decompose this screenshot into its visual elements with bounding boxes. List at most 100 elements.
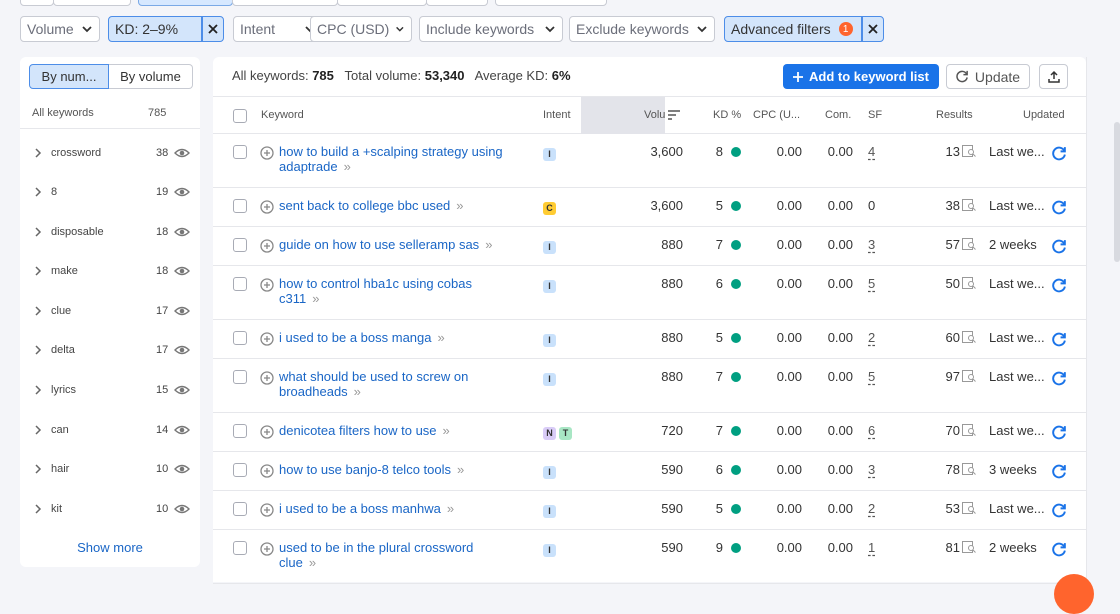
keyword-link[interactable]: how to control hba1c using cobas c311 » [279,276,535,306]
refresh-icon[interactable] [1052,464,1067,479]
select-all-checkbox[interactable] [233,109,247,123]
page-scrollbar[interactable] [1114,122,1120,262]
keyword-link[interactable]: i used to be a boss manhwa » [279,501,535,516]
chevron-right-icon[interactable] [34,463,42,475]
results-cell[interactable]: 13 [913,144,976,159]
top-tab[interactable] [337,0,427,6]
eye-icon[interactable] [174,305,190,317]
refresh-icon[interactable] [1052,332,1067,347]
add-keyword-icon[interactable] [260,146,274,160]
keyword-link[interactable]: used to be in the plural crossword clue » [279,540,535,570]
keyword-details-icon[interactable]: » [344,159,351,174]
add-keyword-icon[interactable] [260,542,274,556]
chevron-right-icon[interactable] [34,147,42,159]
top-tab[interactable] [232,0,338,6]
group-item[interactable]: clue 17 [20,305,200,345]
keyword-link[interactable]: denicotea filters how to use » [279,423,535,438]
add-keyword-icon[interactable] [260,239,274,253]
keyword-link[interactable]: what should be used to screw on broadhead… [279,369,535,399]
chevron-right-icon[interactable] [34,226,42,238]
top-tab[interactable] [20,0,54,6]
results-cell[interactable]: 78 [913,462,976,477]
col-cpc[interactable]: CPC (U... [753,109,800,121]
kd-filter-clear-button[interactable] [202,16,224,42]
row-checkbox[interactable] [233,145,247,159]
chevron-right-icon[interactable] [34,344,42,356]
keyword-link[interactable]: how to build a +scalping strategy using a… [279,144,535,174]
chevron-right-icon[interactable] [34,186,42,198]
group-item[interactable]: can 14 [20,424,200,464]
eye-icon[interactable] [174,384,190,396]
results-cell[interactable]: 57 [913,237,976,252]
sf-value[interactable]: 4 [868,144,875,159]
sf-value[interactable]: 5 [868,369,875,384]
top-tab[interactable] [495,0,607,6]
sf-value[interactable]: 1 [868,540,875,555]
sf-value[interactable]: 0 [868,198,875,213]
results-cell[interactable]: 81 [913,540,976,555]
col-updated[interactable]: Updated [1023,109,1065,121]
row-checkbox[interactable] [233,277,247,291]
group-item[interactable]: lyrics 15 [20,384,200,424]
col-keyword[interactable]: Keyword [261,109,304,121]
keyword-link[interactable]: how to use banjo-8 telco tools » [279,462,535,477]
chevron-right-icon[interactable] [34,503,42,515]
top-tab[interactable] [53,0,131,6]
eye-icon[interactable] [174,186,190,198]
keyword-details-icon[interactable]: » [354,384,361,399]
group-item[interactable]: delta 17 [20,344,200,384]
keyword-link[interactable]: guide on how to use selleramp sas » [279,237,535,252]
refresh-icon[interactable] [1052,503,1067,518]
group-item[interactable]: disposable 18 [20,226,200,266]
group-item[interactable]: hair 10 [20,463,200,503]
group-item[interactable]: crossword 38 [20,147,200,187]
top-tab[interactable] [426,0,488,6]
eye-icon[interactable] [174,463,190,475]
export-button[interactable] [1039,64,1068,89]
add-keyword-icon[interactable] [260,464,274,478]
refresh-icon[interactable] [1052,278,1067,293]
col-intent[interactable]: Intent [543,109,571,121]
results-cell[interactable]: 60 [913,330,976,345]
col-com[interactable]: Com. [825,109,851,121]
chevron-right-icon[interactable] [34,305,42,317]
keyword-details-icon[interactable]: » [447,501,454,516]
sort-by-volume-button[interactable]: By volume [109,64,193,89]
all-keywords-group-row[interactable]: All keywords 785 [20,97,200,129]
results-cell[interactable]: 97 [913,369,976,384]
advanced-filters-button[interactable]: Advanced filters 1 [724,16,862,42]
col-kd[interactable]: KD % [713,109,741,121]
col-sf[interactable]: SF [868,109,882,121]
keyword-details-icon[interactable]: » [312,291,319,306]
refresh-icon[interactable] [1052,371,1067,386]
sf-value[interactable]: 2 [868,330,875,345]
exclude-keywords-filter[interactable]: Exclude keywords [569,16,715,42]
sf-value[interactable]: 3 [868,237,875,252]
add-keyword-icon[interactable] [260,278,274,292]
eye-icon[interactable] [174,147,190,159]
eye-icon[interactable] [174,344,190,356]
eye-icon[interactable] [174,226,190,238]
sf-value[interactable]: 2 [868,501,875,516]
keyword-details-icon[interactable]: » [457,462,464,477]
results-cell[interactable]: 53 [913,501,976,516]
row-checkbox[interactable] [233,199,247,213]
chevron-right-icon[interactable] [34,265,42,277]
group-item[interactable]: kit 10 [20,503,200,543]
group-item[interactable]: 8 19 [20,186,200,226]
row-checkbox[interactable] [233,541,247,555]
row-checkbox[interactable] [233,370,247,384]
keyword-details-icon[interactable]: » [485,237,492,252]
eye-icon[interactable] [174,424,190,436]
refresh-icon[interactable] [1052,542,1067,557]
eye-icon[interactable] [174,503,190,515]
sf-value[interactable]: 3 [868,462,875,477]
row-checkbox[interactable] [233,238,247,252]
chevron-right-icon[interactable] [34,384,42,396]
include-keywords-filter[interactable]: Include keywords [419,16,563,42]
add-keyword-icon[interactable] [260,425,274,439]
row-checkbox[interactable] [233,331,247,345]
kd-filter[interactable]: KD: 2–9% [108,16,202,42]
advanced-filters-clear-button[interactable] [862,16,884,42]
results-cell[interactable]: 50 [913,276,976,291]
